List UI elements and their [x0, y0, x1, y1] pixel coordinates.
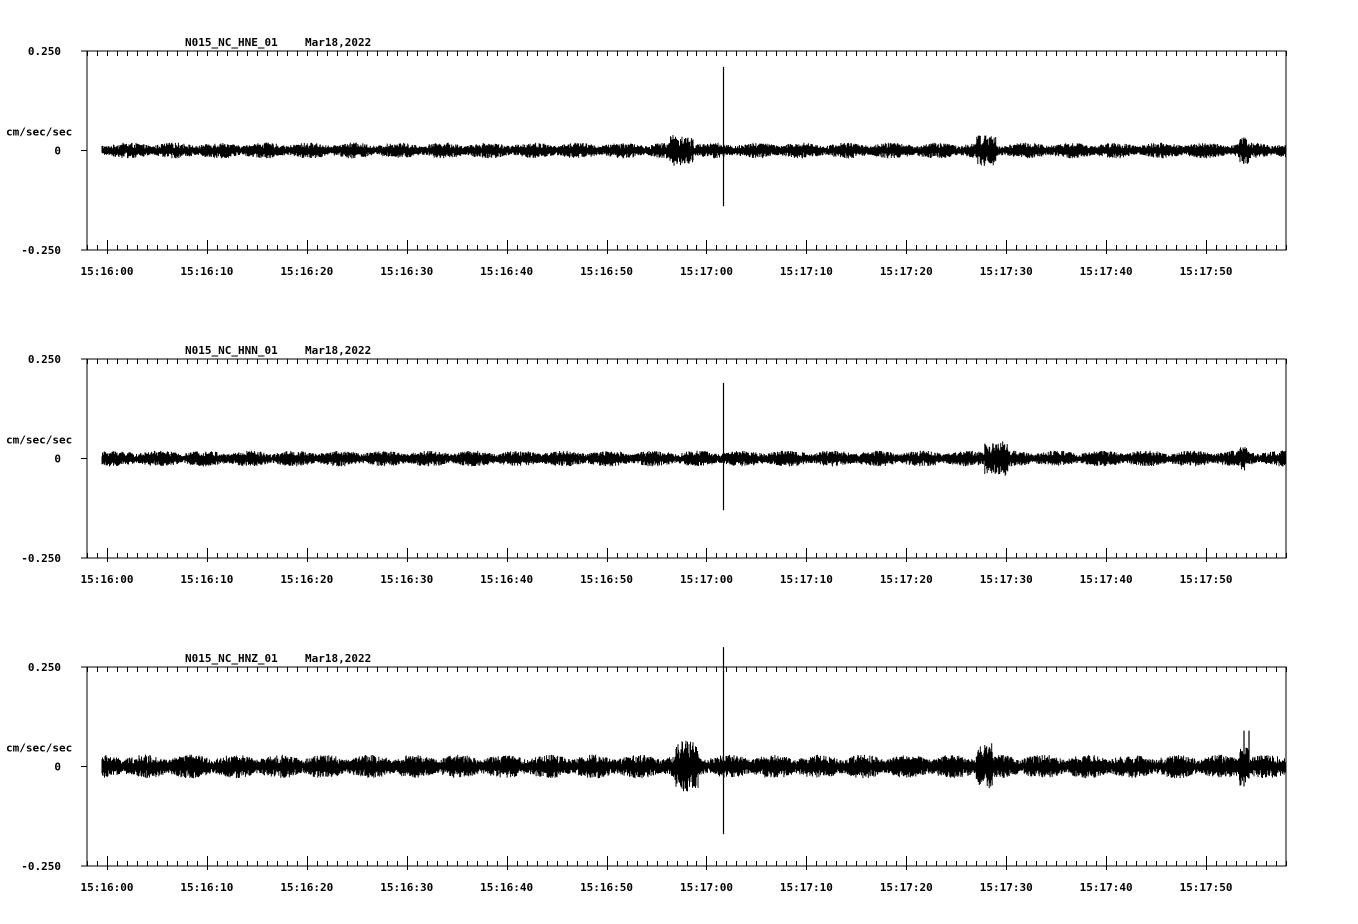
x-tick-label: 15:17:10: [780, 573, 833, 586]
x-tick-label: 15:16:00: [80, 573, 133, 586]
x-tick-label: 15:16:10: [180, 265, 233, 278]
y-axis-label: cm/sec/sec: [6, 126, 72, 139]
x-tick-label: 15:17:20: [880, 573, 933, 586]
waveform-trace: [101, 740, 1287, 792]
x-tick-label: 15:17:20: [880, 881, 933, 894]
x-tick-label: 15:16:30: [380, 573, 433, 586]
seismogram-panel-1: N015_NC_HNE_01 Mar18,2022 0.250 0 -0.250 cm/s…: [6, 36, 1287, 278]
x-tick-label: 15:17:20: [880, 265, 933, 278]
panel-date: Mar18,2022: [305, 36, 371, 49]
x-tick-label: 15:17:10: [780, 265, 833, 278]
x-tick-label: 15:16:30: [380, 265, 433, 278]
waveform-trace: [101, 135, 1287, 166]
seismogram-panel-2: N015_NC_HNN_01 Mar18,2022 0.250 0 -0.250 cm/s…: [6, 344, 1287, 586]
x-tick-label: 15:17:50: [1180, 573, 1233, 586]
x-tick-label: 15:16:10: [180, 573, 233, 586]
x-tick-label: 15:16:50: [580, 265, 633, 278]
x-tick-label: 15:17:30: [980, 881, 1033, 894]
x-tick-label: 15:16:40: [480, 573, 533, 586]
x-tick-label: 15:16:50: [580, 881, 633, 894]
x-tick-label: 15:16:20: [280, 265, 333, 278]
panel-date: Mar18,2022: [305, 652, 371, 665]
x-tick-label: 15:16:40: [480, 881, 533, 894]
panel-title: N015_NC_HNZ_01: [185, 652, 278, 665]
y-tick-label-top: 0.250: [28, 661, 61, 674]
y-tick-label-bottom: -0.250: [21, 244, 61, 257]
y-tick-label-zero: 0: [54, 145, 61, 158]
panel-date: Mar18,2022: [305, 344, 371, 357]
x-tick-label: 15:16:30: [380, 881, 433, 894]
y-tick-label-top: 0.250: [28, 353, 61, 366]
x-tick-label: 15:17:00: [680, 265, 733, 278]
x-tick-label: 15:16:00: [80, 881, 133, 894]
panel-title: N015_NC_HNE_01: [185, 36, 278, 49]
x-tick-label: 15:17:40: [1080, 881, 1133, 894]
y-tick-label-top: 0.250: [28, 45, 61, 58]
x-tick-label: 15:16:50: [580, 573, 633, 586]
seismogram-panel-3: N015_NC_HNZ_01 Mar18,2022 0.250 0 -0.250 cm/s…: [6, 647, 1287, 894]
y-tick-label-zero: 0: [54, 453, 61, 466]
x-tick-label: 15:17:40: [1080, 573, 1133, 586]
y-tick-label-bottom: -0.250: [21, 552, 61, 565]
x-tick-label: 15:17:40: [1080, 265, 1133, 278]
x-tick-label: 15:17:30: [980, 573, 1033, 586]
x-tick-label: 15:17:00: [680, 573, 733, 586]
x-tick-label: 15:16:40: [480, 265, 533, 278]
y-axis-label: cm/sec/sec: [6, 742, 72, 755]
seismogram-stack: N015_NC_HNE_01 Mar18,2022 0.250 0 -0.250 cm/s…: [6, 36, 1287, 894]
x-tick-label: 15:17:50: [1180, 265, 1233, 278]
x-tick-label: 15:16:10: [180, 881, 233, 894]
panel-title: N015_NC_HNN_01: [185, 344, 278, 357]
x-tick-label: 15:16:00: [80, 265, 133, 278]
y-tick-label-bottom: -0.250: [21, 860, 61, 873]
waveform-trace: [101, 441, 1287, 476]
x-tick-label: 15:16:20: [280, 573, 333, 586]
x-tick-label: 15:17:50: [1180, 881, 1233, 894]
y-tick-label-zero: 0: [54, 761, 61, 774]
x-tick-label: 15:17:10: [780, 881, 833, 894]
x-tick-label: 15:17:30: [980, 265, 1033, 278]
x-tick-label: 15:16:20: [280, 881, 333, 894]
y-axis-label: cm/sec/sec: [6, 434, 72, 447]
x-tick-label: 15:17:00: [680, 881, 733, 894]
